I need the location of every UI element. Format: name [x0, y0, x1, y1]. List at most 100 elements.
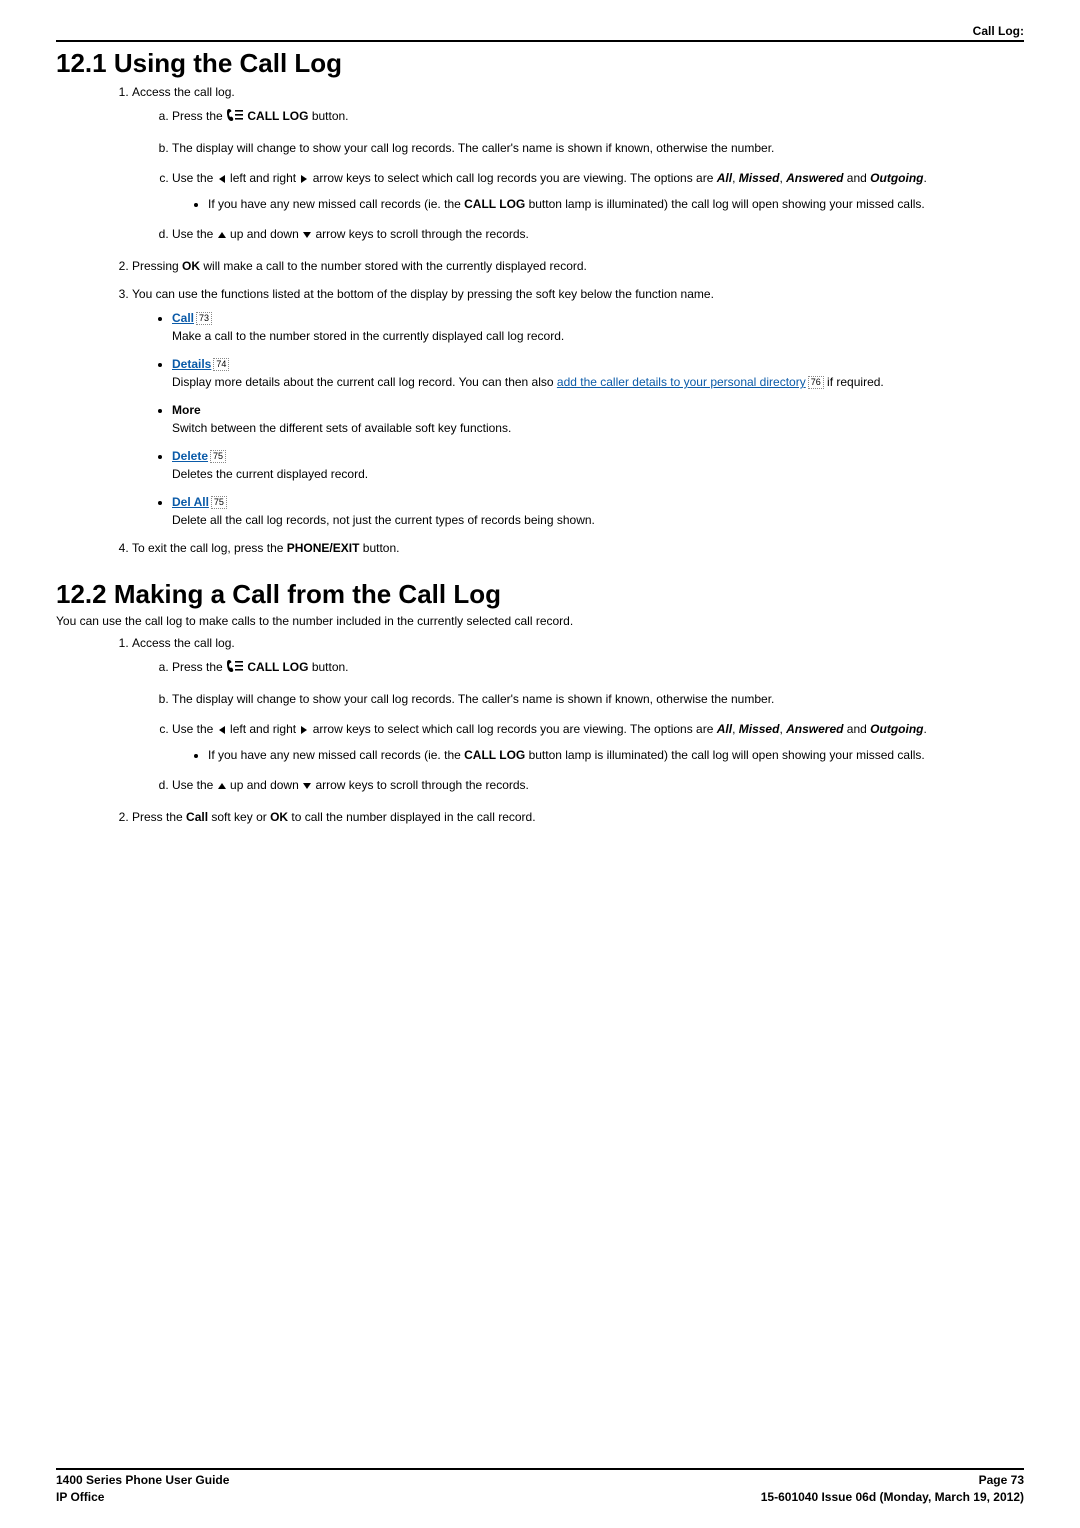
opt-missed-2: Missed — [739, 722, 780, 736]
fn-delall-item: Del All75 Delete all the call log record… — [172, 493, 1024, 529]
opt-outgoing: Outgoing — [870, 171, 923, 185]
header-section-label: Call Log: — [56, 24, 1024, 40]
top-rule — [56, 40, 1024, 42]
heading-12-1: 12.1 Using the Call Log — [56, 48, 1024, 79]
s1-step1-sublist: Press the CALL LOG button. The display w… — [132, 107, 1024, 245]
fn-details-link[interactable]: Details — [172, 357, 211, 371]
s2-intro: You can use the call log to make calls t… — [56, 612, 1024, 630]
s1-a-post: button. — [308, 109, 348, 123]
s1-a-pre: Press the — [172, 109, 226, 123]
s1-step4: To exit the call log, press the PHONE/EX… — [132, 539, 1024, 557]
opt-answered: Answered — [786, 171, 843, 185]
fn-details-item: Details74 Display more details about the… — [172, 355, 1024, 391]
s2-step1-text: Access the call log. — [132, 636, 235, 650]
and-2: and — [843, 722, 870, 736]
s1-d-pre: Use the — [172, 227, 217, 241]
opt-missed: Missed — [739, 171, 780, 185]
fn-call-ref: 73 — [196, 312, 212, 325]
arrow-left-icon — [217, 171, 227, 189]
s2-n2-pre: Press the — [132, 810, 186, 824]
opt-outgoing-2: Outgoing — [870, 722, 923, 736]
footer-left-1: 1400 Series Phone User Guide — [56, 1472, 229, 1489]
footer-rule — [56, 1468, 1024, 1470]
s2-step1c: Use the left and right arrow keys to sel… — [172, 720, 1024, 764]
fn-details-ref: 74 — [213, 358, 229, 371]
s2-step2: Press the Call soft key or OK to call th… — [132, 808, 1024, 826]
fn-delete-item: Delete75 Deletes the current displayed r… — [172, 447, 1024, 483]
heading-12-2: 12.2 Making a Call from the Call Log — [56, 579, 1024, 610]
s1-c-mid1: left and right — [227, 171, 300, 185]
fn-more: More — [172, 403, 201, 417]
fn-delete-desc: Deletes the current displayed record. — [172, 467, 368, 481]
and: and — [843, 171, 870, 185]
s2-csub-post: button lamp is illuminated) the call log… — [525, 748, 925, 762]
s2-csub-btn: CALL LOG — [464, 748, 525, 762]
comma1: , — [732, 171, 739, 185]
s2-step1a: Press the CALL LOG button. — [172, 658, 1024, 678]
fn-delall-link[interactable]: Del All — [172, 495, 209, 509]
s2-a-btn: CALL LOG — [244, 660, 308, 674]
s1-step1a: Press the CALL LOG button. — [172, 107, 1024, 127]
s2-c-mid1: left and right — [227, 722, 300, 736]
s1-step1c: Use the left and right arrow keys to sel… — [172, 169, 1024, 213]
s1-step1: Access the call log. Press the CALL LOG … — [132, 83, 1024, 245]
s1-d-post: arrow keys to scroll through the records… — [312, 227, 529, 241]
call-log-icon — [226, 659, 244, 678]
s2-c-sub: If you have any new missed call records … — [208, 746, 1024, 764]
fn-delall-desc: Delete all the call log records, not jus… — [172, 513, 595, 527]
fn-call-link[interactable]: Call — [172, 311, 194, 325]
s2-d-post: arrow keys to scroll through the records… — [312, 778, 529, 792]
fn-details-add-ref: 76 — [808, 376, 824, 389]
fn-details-pre: Display more details about the current c… — [172, 375, 557, 389]
s1-n4-post: button. — [359, 541, 399, 555]
s1-c-mid2: arrow keys to select which call log reco… — [309, 171, 716, 185]
s2-step1: Access the call log. Press the CALL LOG … — [132, 634, 1024, 796]
s1-csub-post: button lamp is illuminated) the call log… — [525, 197, 925, 211]
s1-n2-post: will make a call to the number stored wi… — [200, 259, 587, 273]
s2-a-pre: Press the — [172, 660, 226, 674]
fn-delete-link[interactable]: Delete — [172, 449, 208, 463]
s1-step1b: The display will change to show your cal… — [172, 139, 1024, 157]
fn-details-add-link[interactable]: add the caller details to your personal … — [557, 375, 806, 389]
period-2: . — [924, 722, 927, 736]
opt-all-2: All — [717, 722, 732, 736]
arrow-right-icon — [299, 722, 309, 740]
fn-more-desc: Switch between the different sets of ava… — [172, 421, 511, 435]
period: . — [924, 171, 927, 185]
arrow-left-icon — [217, 722, 227, 740]
arrow-down-icon — [302, 227, 312, 245]
fn-call-desc: Make a call to the number stored in the … — [172, 329, 564, 343]
s1-n2-pre: Pressing — [132, 259, 182, 273]
s2-step1d: Use the up and down arrow keys to scroll… — [172, 776, 1024, 796]
arrow-right-icon — [299, 171, 309, 189]
s1-n3: You can use the functions listed at the … — [132, 287, 714, 301]
call-log-icon — [226, 108, 244, 127]
s2-d-pre: Use the — [172, 778, 217, 792]
s2-numbered-list: Access the call log. Press the CALL LOG … — [56, 634, 1024, 826]
comma1-2: , — [732, 722, 739, 736]
s1-c-pre: Use the — [172, 171, 217, 185]
s2-step1b: The display will change to show your cal… — [172, 690, 1024, 708]
arrow-up-icon — [217, 778, 227, 796]
opt-all: All — [717, 171, 732, 185]
s1-numbered-list: Access the call log. Press the CALL LOG … — [56, 83, 1024, 557]
s1-n4-btn: PHONE/EXIT — [287, 541, 360, 555]
page-footer: 1400 Series Phone User Guide Page 73 IP … — [56, 1468, 1024, 1506]
s2-n2-post: to call the number displayed in the call… — [288, 810, 535, 824]
fn-delall-ref: 75 — [211, 496, 227, 509]
s1-step3: You can use the functions listed at the … — [132, 285, 1024, 529]
s1-c-sub: If you have any new missed call records … — [208, 195, 1024, 213]
s1-csub-btn: CALL LOG — [464, 197, 525, 211]
arrow-down-icon — [302, 778, 312, 796]
s1-step1-text: Access the call log. — [132, 85, 235, 99]
fn-details-post: if required. — [824, 375, 884, 389]
s1-functions-list: Call73 Make a call to the number stored … — [132, 309, 1024, 529]
s1-step1d: Use the up and down arrow keys to scroll… — [172, 225, 1024, 245]
arrow-up-icon — [217, 227, 227, 245]
s1-step2: Pressing OK will make a call to the numb… — [132, 257, 1024, 275]
s2-n2-call: Call — [186, 810, 208, 824]
s2-step1-sublist: Press the CALL LOG button. The display w… — [132, 658, 1024, 796]
s1-d-mid: up and down — [227, 227, 302, 241]
s1-n2-ok: OK — [182, 259, 200, 273]
s2-d-mid: up and down — [227, 778, 302, 792]
